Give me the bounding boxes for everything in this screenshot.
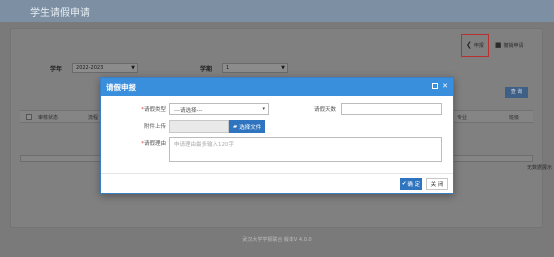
empty-table-message: 无数据展示 — [526, 165, 552, 171]
caret-down-icon: ▾ — [262, 106, 265, 112]
year-select[interactable]: 2022-2023 ▼ — [72, 63, 139, 73]
choose-file-button[interactable]: ▰ 选择文件 — [229, 120, 266, 133]
reason-label-wrap: *请假理由 — [121, 139, 166, 147]
leave-days-label: 请假天数 — [313, 107, 336, 113]
apply-button-label: 申报 — [473, 43, 484, 49]
confirm-button-label: 确 定 — [407, 182, 421, 188]
page-title: 学生请假申请 — [30, 8, 90, 19]
check-icon: ✔ — [401, 181, 407, 187]
attachment-label: 附件上传 — [143, 124, 166, 130]
leave-days-input[interactable] — [341, 103, 442, 115]
withdraw-button-label: 撤销申请 — [503, 43, 524, 49]
reason-label: 请假理由 — [143, 141, 166, 147]
column-header: 专业 — [457, 115, 468, 121]
close-icon[interactable]: ✕ — [442, 82, 448, 90]
leave-type-label-wrap: *请假类型 — [121, 105, 166, 113]
select-all-checkbox[interactable] — [26, 114, 32, 120]
page-footer: 武汉大学学报联合 版本V 4.0.0 — [242, 237, 312, 243]
folder-icon: ▰ — [233, 123, 238, 130]
term-select[interactable]: 1 ▼ — [222, 63, 289, 73]
year-select-value: 2022-2023 — [76, 65, 104, 71]
reason-placeholder: 申请理由最多输入120字 — [174, 142, 234, 148]
apply-button[interactable]: ❮ 申报 — [461, 34, 489, 57]
caret-down-icon: ▼ — [281, 65, 286, 71]
confirm-button[interactable]: ✔ 确 定 — [400, 178, 422, 190]
year-label: 学年 — [50, 65, 63, 73]
column-header: 审核状态 — [38, 115, 59, 121]
dialog-footer: ✔ 确 定 关 闭 — [101, 173, 453, 193]
choose-file-label: 选择文件 — [239, 124, 262, 131]
dialog-title: 请假申报 — [106, 83, 136, 92]
close-button[interactable]: 关 闭 — [426, 178, 448, 190]
page-header: 学生请假申请 — [0, 0, 554, 22]
maximize-icon[interactable] — [432, 83, 439, 89]
reason-textarea[interactable]: 申请理由最多输入120字 — [169, 137, 442, 162]
term-select-value: 1 — [226, 65, 230, 71]
filter-row: 学年 2022-2023 ▼ 学期 1 ▼ — [50, 63, 289, 73]
file-path-display — [169, 120, 229, 133]
query-button[interactable]: 查 询 — [505, 87, 528, 98]
withdraw-button[interactable]: ■ 撤销申请 — [494, 41, 524, 50]
leave-type-select[interactable]: ---请选择--- ▾ — [169, 103, 269, 115]
stop-icon: ■ — [494, 41, 502, 49]
caret-down-icon: ▼ — [131, 65, 136, 71]
column-header: 班级 — [509, 115, 520, 121]
chevron-left-icon: ❮ — [466, 41, 472, 49]
term-label: 学期 — [200, 65, 213, 73]
leave-apply-dialog: 请假申报 ✕ *请假类型 ---请选择--- ▾ 请假天数 附件上传 ▰ 选择文… — [100, 77, 454, 194]
dialog-header: 请假申报 ✕ — [101, 78, 453, 96]
toolbar-actions: ❮ 申报 ■ 撤销申请 — [461, 34, 524, 57]
column-header: 流程 — [88, 115, 99, 121]
leave-type-label: 请假类型 — [143, 107, 166, 113]
dialog-controls: ✕ — [432, 82, 448, 90]
leave-type-value: ---请选择--- — [174, 108, 203, 114]
